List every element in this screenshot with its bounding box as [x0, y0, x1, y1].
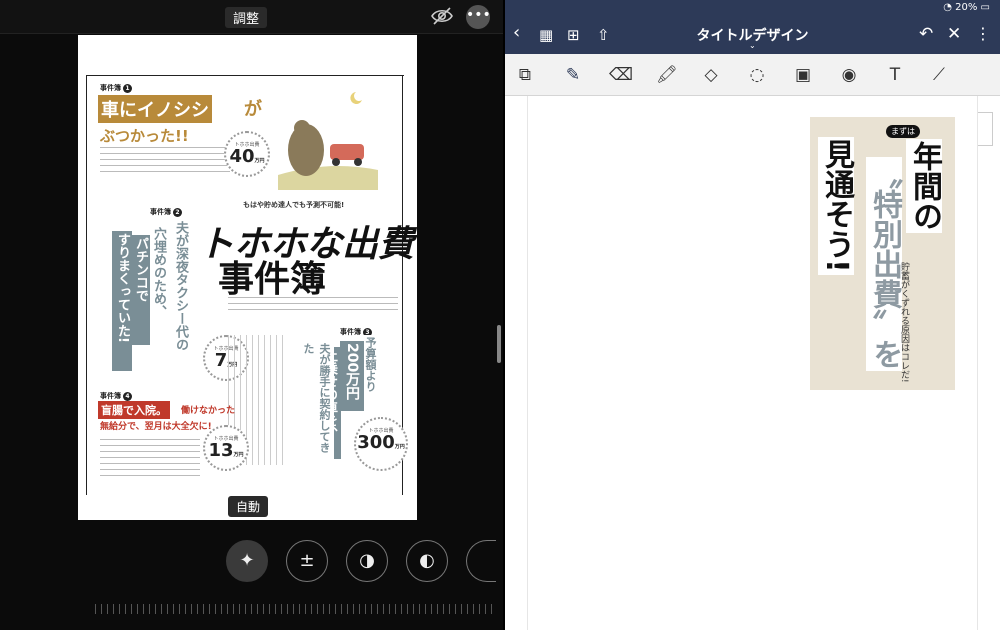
case3-cost-badge: トホホ出費 300万円 — [354, 417, 408, 471]
case1-subhead: ぶつかった!! — [100, 127, 189, 145]
case1-body-text — [100, 147, 230, 177]
case4-subhead: 無給分で、翌月は大全欠に! — [100, 422, 212, 432]
mazuwa-badge: まずは — [886, 125, 920, 138]
case-label: 事件簿 2 — [150, 207, 182, 217]
magic-wand-icon[interactable]: ✦ — [226, 540, 268, 582]
adjust-slider[interactable] — [95, 604, 495, 614]
case4-cost-badge: トホホ出費 13万円 — [203, 425, 249, 471]
case2-headline-d: すりまくっていた! — [112, 231, 132, 371]
case1-cost-badge: トホホ出費 40万円 — [224, 131, 270, 177]
case3-headline-d: 夫が勝手に契約してきた — [298, 341, 334, 461]
intro-text — [228, 297, 398, 315]
exposure-icon[interactable]: ± — [286, 540, 328, 582]
text-icon[interactable]: T — [883, 64, 907, 86]
case-label: 事件簿 4 — [100, 391, 132, 401]
case2-headline-a: 夫が深夜タクシー代の — [170, 219, 190, 364]
design-col-2: 〝特別出費〟を — [866, 157, 902, 371]
photo-adjust-pane: 調整 ••• 事件簿1 車にイノシシ が ぶつかった!! トホホ出費 40万円 — [0, 0, 503, 630]
pen-icon[interactable]: ✎ — [561, 64, 585, 86]
split-view: 調整 ••• 事件簿1 車にイノシシ が ぶつかった!! トホホ出費 40万円 — [0, 0, 1000, 630]
undo-icon[interactable]: ↶ — [919, 24, 933, 44]
lasso-icon[interactable]: ◌ — [745, 64, 769, 86]
case4-headline-tail: 働けなかった — [181, 406, 236, 416]
frame-line — [86, 75, 87, 495]
split-drag-handle[interactable] — [497, 325, 501, 363]
eraser-icon[interactable]: ⌫ — [609, 64, 633, 86]
case4-headline: 盲腸で入院。 — [98, 401, 170, 419]
camera-icon[interactable]: ◉ — [837, 64, 861, 86]
chevron-down-icon[interactable]: ⌄ — [749, 41, 756, 50]
design-col-3: 見通そう! — [818, 137, 854, 275]
adjust-header: 調整 ••• — [0, 0, 503, 34]
case1-headline-particle: が — [244, 99, 262, 120]
magazine-page: 事件簿 1 車にイノシシ が ぶつかった!! トホホ出費 40万円 事件簿 2 夫が… — [78, 35, 417, 520]
case2-headline-c: パチンコで — [130, 235, 150, 345]
case3-headline-b: 200万円 — [340, 341, 364, 411]
nav-bar: ‹ ▦ ⊞ ⇧ タイトルデザイン ⌄ ↶ ✕ ⋮ — [505, 16, 1000, 54]
case2-headline-b: 穴埋めのため、 — [148, 225, 168, 355]
status-bar: ◔ 20% ▭ — [505, 0, 1000, 16]
contrast-icon[interactable]: ◐ — [406, 540, 448, 582]
case1-headline: 車にイノシシ — [98, 95, 212, 123]
shapes-icon[interactable]: ◇ — [699, 64, 723, 86]
more-tool-icon[interactable] — [466, 540, 496, 582]
case4-body-text — [100, 439, 200, 479]
adjust-title: 調整 — [225, 7, 268, 28]
auto-adjust-label: 自動 — [228, 496, 269, 517]
notes-pane: ◔ 20% ▭ ‹ ▦ ⊞ ⇧ タイトルデザイン ⌄ ↶ ✕ ⋮ ⧉ ✎ ⌫ 🖍… — [505, 0, 1000, 630]
feature-title-b: 事件簿 — [218, 258, 327, 300]
boar-car-illustration — [278, 92, 378, 190]
case-label: 事件簿 1 — [100, 83, 132, 93]
more-options-button[interactable]: ••• — [466, 5, 491, 29]
design-side-caption: 貯蓄がくずれる原因はコレだ! — [899, 262, 909, 383]
highlighter-icon[interactable]: 🖍 — [655, 64, 679, 86]
title-kicker: もはや貯め達人でも予測不可能! — [243, 201, 345, 209]
battery-indicator: ◔ 20% ▭ — [943, 2, 990, 13]
close-icon[interactable]: ✕ — [947, 24, 961, 44]
page-mode-icon[interactable]: ⧉ — [513, 64, 537, 86]
laser-pointer-icon[interactable]: ⟋ — [927, 64, 951, 86]
brilliance-icon[interactable]: ◑ — [346, 540, 388, 582]
drawing-toolbar: ⧉ ✎ ⌫ 🖍 ◇ ◌ ▣ ◉ T ⟋ — [505, 54, 1000, 146]
design-col-1: 年間の — [906, 139, 942, 233]
image-icon[interactable]: ▣ — [791, 64, 815, 86]
more-vertical-icon[interactable]: ⋮ — [975, 24, 991, 43]
title-design-image[interactable]: まずは 年間の 〝特別出費〟を 見通そう! 貯蓄がくずれる原因はコレだ! — [810, 117, 955, 390]
eye-off-icon[interactable] — [430, 6, 454, 26]
frame-line — [86, 75, 404, 76]
